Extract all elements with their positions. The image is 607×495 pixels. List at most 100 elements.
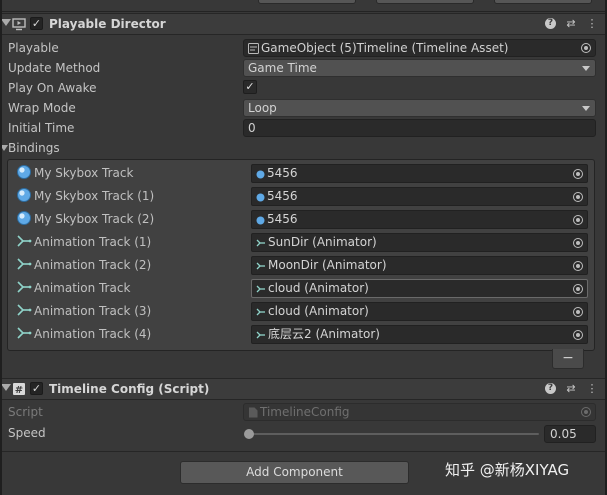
- playable-row: Playable GameObject (5)Timeline (Timelin…: [0, 38, 607, 58]
- wrap-mode-label: Wrap Mode: [8, 101, 76, 115]
- component-enabled-checkbox[interactable]: ✓: [30, 17, 43, 30]
- playable-label: Playable: [8, 41, 59, 55]
- track-name: Animation Track (4): [34, 327, 152, 341]
- speed-input[interactable]: 0.05: [544, 425, 596, 443]
- skybox-track-icon: [17, 211, 31, 225]
- initial-time-input[interactable]: 0: [243, 119, 596, 137]
- script-label: Script: [8, 405, 43, 419]
- play-on-awake-label: Play On Awake: [8, 81, 97, 95]
- play-on-awake-checkbox[interactable]: ✓: [243, 80, 257, 94]
- animation-track-icon: [17, 304, 32, 316]
- timeline-config-header[interactable]: # ✓ Timeline Config (Script) ? ⇄ ⋮: [0, 378, 607, 400]
- speed-value: 0.05: [550, 427, 577, 441]
- object-picker-icon[interactable]: [573, 261, 583, 271]
- playable-value: GameObject (5)Timeline (Timeline Asset): [261, 41, 509, 55]
- foldout-arrow-icon[interactable]: [1, 19, 11, 26]
- animator-object-icon: [256, 308, 265, 316]
- object-picker-icon[interactable]: [573, 238, 583, 248]
- speed-slider-thumb[interactable]: [244, 429, 254, 439]
- binding-row: My Skybox Track (2) 5456: [8, 207, 594, 230]
- track-name: My Skybox Track (2): [34, 212, 155, 226]
- binding-value: 5456: [267, 212, 298, 226]
- animator-object-icon: [256, 239, 265, 247]
- initial-time-row: Initial Time 0: [0, 118, 607, 138]
- binding-object-field[interactable]: 5456: [251, 164, 588, 183]
- speed-slider-track[interactable]: [248, 433, 539, 435]
- skybox-object-icon: [256, 193, 265, 202]
- track-name: My Skybox Track (1): [34, 189, 155, 203]
- object-picker-icon[interactable]: [573, 215, 583, 225]
- initial-time-label: Initial Time: [8, 121, 75, 135]
- binding-row: Animation Track (4) 底层云2 (Animator): [8, 322, 594, 345]
- track-name: Animation Track (3): [34, 304, 152, 318]
- animator-object-icon: [256, 262, 265, 270]
- track-name: Animation Track: [34, 281, 131, 295]
- skybox-track-icon: [17, 165, 31, 179]
- help-icon[interactable]: ?: [545, 18, 556, 29]
- playable-director-header[interactable]: ✓ Playable Director ? ⇄ ⋮: [0, 13, 607, 35]
- presets-icon[interactable]: ⇄: [565, 17, 577, 31]
- binding-object-field[interactable]: cloud (Animator): [251, 302, 588, 321]
- component-enabled-checkbox[interactable]: ✓: [30, 382, 43, 395]
- script-value: TimelineConfig: [260, 405, 350, 419]
- object-picker-icon[interactable]: [573, 169, 583, 179]
- binding-value: 底层云2 (Animator): [268, 327, 380, 341]
- top-toolbar-button[interactable]: [258, 0, 356, 4]
- top-toolbar-strip: [0, 0, 607, 12]
- object-picker-icon[interactable]: [581, 43, 591, 53]
- object-picker-icon[interactable]: [573, 192, 583, 202]
- bindings-label: Bindings: [8, 141, 60, 155]
- animation-track-icon: [17, 258, 32, 270]
- object-picker-icon[interactable]: [573, 330, 583, 340]
- initial-time-value: 0: [248, 121, 256, 135]
- binding-value: MoonDir (Animator): [268, 258, 387, 272]
- remove-binding-button[interactable]: −: [552, 349, 584, 369]
- track-name: Animation Track (2): [34, 258, 152, 272]
- skybox-object-icon: [256, 216, 265, 225]
- binding-object-field[interactable]: 5456: [251, 187, 588, 206]
- help-icon[interactable]: ?: [545, 383, 556, 394]
- binding-row: Animation Track (1) SunDir (Animator): [8, 230, 594, 253]
- update-method-value: Game Time: [248, 61, 317, 75]
- object-picker-icon[interactable]: [573, 284, 583, 294]
- binding-object-field[interactable]: MoonDir (Animator): [251, 256, 588, 275]
- component-title: Playable Director: [49, 17, 166, 31]
- play-on-awake-row: Play On Awake ✓: [0, 78, 607, 98]
- script-row: Script TimelineConfig: [0, 402, 607, 422]
- binding-object-field[interactable]: 底层云2 (Animator): [251, 325, 588, 344]
- binding-row: Animation Track (3) cloud (Animator): [8, 299, 594, 322]
- foldout-arrow-icon[interactable]: [1, 384, 11, 391]
- binding-object-field[interactable]: 5456: [251, 210, 588, 229]
- binding-object-field[interactable]: SunDir (Animator): [251, 233, 588, 252]
- more-options-icon[interactable]: ⋮: [586, 382, 598, 396]
- speed-label: Speed: [8, 426, 46, 440]
- object-picker-icon: [581, 407, 591, 417]
- wrap-mode-dropdown[interactable]: Loop: [243, 99, 596, 117]
- animation-track-icon: [17, 281, 32, 293]
- animator-object-icon: [256, 285, 265, 293]
- watermark: 知乎 @新杨XIYAG: [445, 461, 570, 479]
- binding-row: Animation Track cloud (Animator): [8, 276, 594, 299]
- top-toolbar-button[interactable]: [376, 0, 474, 4]
- presets-icon[interactable]: ⇄: [565, 382, 577, 396]
- animator-object-icon: [256, 331, 265, 339]
- update-method-row: Update Method Game Time: [0, 58, 607, 78]
- svg-text:#: #: [15, 385, 23, 396]
- skybox-track-icon: [17, 188, 31, 202]
- script-icon: #: [13, 383, 25, 396]
- component-title: Timeline Config (Script): [49, 382, 210, 396]
- binding-row: Animation Track (2) MoonDir (Animator): [8, 253, 594, 276]
- script-object-field: TimelineConfig: [243, 403, 596, 421]
- binding-object-field[interactable]: cloud (Animator): [251, 279, 588, 298]
- binding-value: 5456: [267, 189, 298, 203]
- bindings-list: My Skybox Track 5456 My Skybox Track (1) 54…: [7, 159, 595, 351]
- update-method-dropdown[interactable]: Game Time: [243, 59, 596, 77]
- object-picker-icon[interactable]: [573, 307, 583, 317]
- animation-track-icon: [17, 235, 32, 247]
- add-component-button[interactable]: Add Component: [180, 461, 409, 484]
- wrap-mode-value: Loop: [248, 101, 277, 115]
- speed-row: Speed 0.05: [0, 423, 607, 443]
- top-toolbar-button[interactable]: [494, 0, 592, 4]
- playable-object-field[interactable]: GameObject (5)Timeline (Timeline Asset): [243, 39, 596, 57]
- more-options-icon[interactable]: ⋮: [586, 17, 598, 31]
